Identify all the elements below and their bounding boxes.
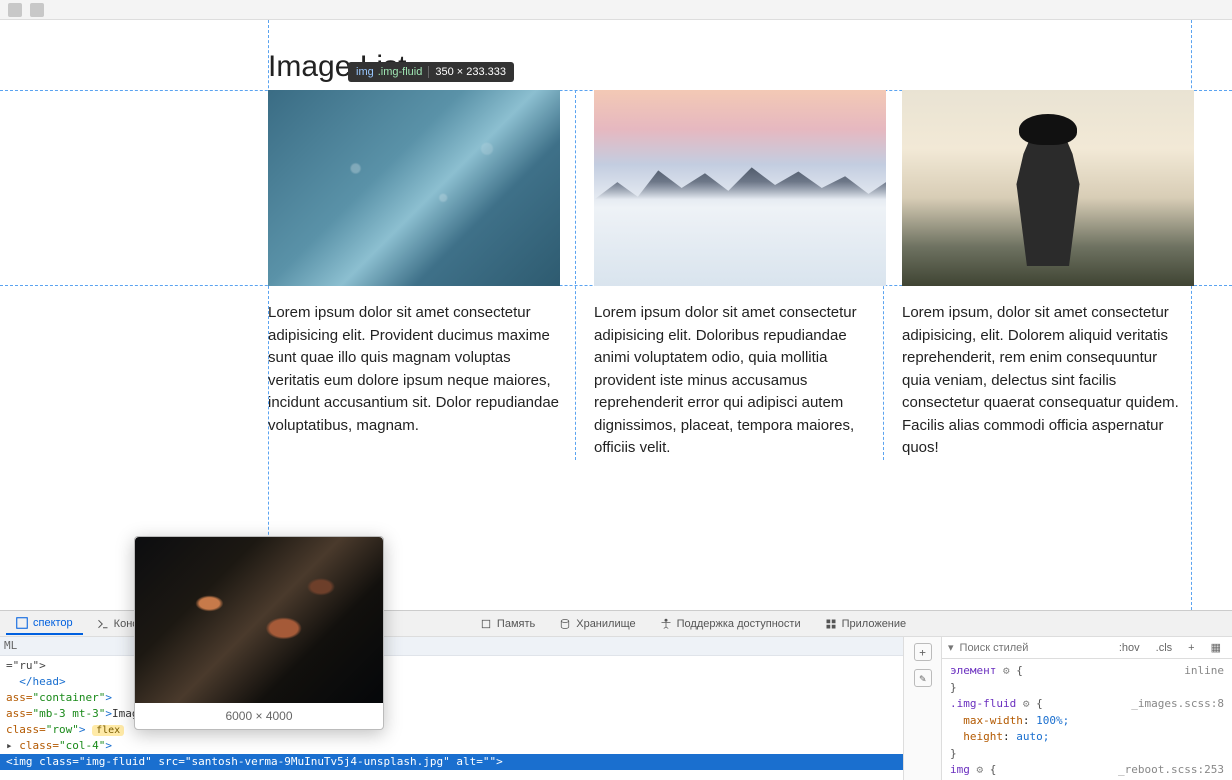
styles-panel: ▾ :hov .cls + ▦ элемент ⚙ {inline } .img… — [942, 637, 1232, 780]
column-1: Lorem ipsum dolor sit amet consectetur a… — [268, 90, 576, 460]
pick-element-button[interactable]: ✎ — [914, 669, 932, 687]
storage-icon — [559, 618, 571, 630]
layout-toggle[interactable]: ▦ — [1206, 640, 1226, 655]
image-water[interactable] — [268, 90, 560, 286]
tab-memory[interactable]: Память — [470, 614, 545, 634]
new-rule-button[interactable]: + — [914, 643, 932, 661]
rule-0-src: inline — [1184, 663, 1224, 680]
application-icon — [825, 618, 837, 630]
filter-icon: ▾ — [948, 641, 954, 654]
dom-line-html: ="ru"> — [6, 659, 46, 672]
element-inspect-tooltip: img .img-fluid 350 × 233.333 — [348, 62, 514, 82]
page-viewport: Image List img.img-fluid 350 × 233.333 L… — [0, 20, 1232, 610]
rule-2-src: _reboot.scss:253 — [1118, 762, 1224, 779]
console-icon — [97, 618, 109, 630]
rule-1-src: _images.scss:8 — [1131, 696, 1224, 713]
styles-filter-input[interactable] — [960, 642, 1108, 654]
dom-row-class: row — [52, 723, 72, 736]
column-2-text: Lorem ipsum dolor sit amet consectetur a… — [594, 302, 873, 460]
image-mountain[interactable] — [594, 90, 886, 286]
rule-2-selector: img — [950, 763, 970, 776]
styles-rules[interactable]: элемент ⚙ {inline } .img-fluid ⚙ {_image… — [942, 659, 1232, 780]
inspector-icon — [16, 617, 28, 629]
tab-inspector-label: спектор — [33, 617, 73, 629]
rule-1-val-1: auto; — [1016, 730, 1049, 743]
tab-memory-label: Память — [497, 618, 535, 630]
tab-accessibility[interactable]: Поддержка доступности — [650, 614, 811, 634]
new-rule-toggle[interactable]: + — [1183, 641, 1199, 655]
hov-toggle[interactable]: :hov — [1114, 641, 1145, 655]
rule-1-prop-1: height — [963, 730, 1003, 743]
shield-icon — [8, 3, 22, 17]
tooltip-tag: img — [356, 66, 374, 78]
preview-dimensions: 6000 × 4000 — [135, 703, 383, 723]
dom-sel-src: santosh-verma-9MuInuTv5j4-unsplash.jpg — [191, 755, 443, 768]
flex-badge[interactable]: flex — [92, 725, 124, 736]
dom-sel-class: img-fluid — [86, 755, 146, 768]
rule-1-val-0: 100%; — [1036, 714, 1069, 727]
lock-icon — [30, 3, 44, 17]
styles-header: ▾ :hov .cls + ▦ — [942, 637, 1232, 659]
accessibility-icon — [660, 618, 672, 630]
dom-selected-line[interactable]: <img class="img-fluid" src="santosh-verm… — [0, 754, 903, 770]
tab-application[interactable]: Приложение — [815, 614, 917, 634]
tooltip-dims: 350 × 233.333 — [428, 66, 506, 78]
rule-0-selector: элемент — [950, 664, 996, 677]
tab-application-label: Приложение — [842, 618, 907, 630]
image-person[interactable] — [902, 90, 1194, 286]
rule-1-selector: .img-fluid — [950, 697, 1016, 710]
dom-col-class: col-4 — [66, 739, 99, 752]
browser-address-bar[interactable] — [0, 0, 1232, 20]
tab-storage-label: Хранилище — [576, 618, 635, 630]
tab-inspector[interactable]: спектор — [6, 613, 83, 635]
row: Lorem ipsum dolor sit amet consectetur a… — [268, 90, 1192, 460]
column-2: Lorem ipsum dolor sit amet consectetur a… — [576, 90, 884, 460]
column-3-text: Lorem ipsum, dolor sit amet consectetur … — [902, 302, 1182, 460]
image-hover-preview: 6000 × 4000 — [134, 536, 384, 730]
column-3: Lorem ipsum, dolor sit amet consectetur … — [884, 90, 1192, 460]
dom-container-class: container — [39, 691, 99, 704]
memory-icon — [480, 618, 492, 630]
cls-toggle[interactable]: .cls — [1151, 641, 1178, 655]
tab-accessibility-label: Поддержка доступности — [677, 618, 801, 630]
preview-thumbnail — [135, 537, 383, 703]
dom-h-class: mb-3 mt-3 — [39, 707, 99, 720]
column-1-text: Lorem ipsum dolor sit amet consectetur a… — [268, 302, 565, 437]
tooltip-class: .img-fluid — [378, 66, 423, 78]
dom-side-buttons: + ✎ — [904, 637, 942, 780]
rule-1-prop-0: max-width — [963, 714, 1023, 727]
tab-storage[interactable]: Хранилище — [549, 614, 645, 634]
